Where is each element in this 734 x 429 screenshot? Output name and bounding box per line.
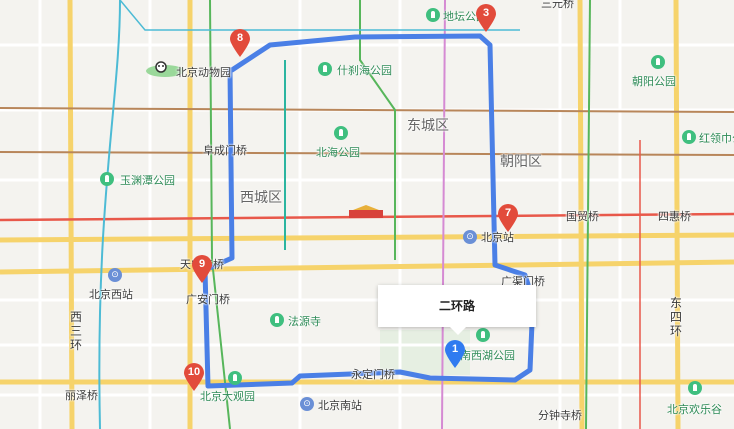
map-pin-1[interactable]: 1 (444, 339, 466, 369)
place-guomao: 国贸桥 (566, 210, 599, 223)
park-icon (476, 328, 490, 342)
place-lize: 丽泽桥 (65, 389, 98, 402)
poi-yuyuantan: 玉渊潭公园 (120, 174, 175, 187)
road-west3: 西三环 (70, 310, 83, 352)
poi-beihai: 北海公园 (316, 146, 360, 159)
place-sanyuan: 三元桥 (541, 0, 574, 10)
district-chaoyang: 朝阳区 (500, 154, 542, 170)
poi-nanhu: 南西湖公园 (460, 349, 515, 362)
station-beijing-south: 北京南站 (318, 399, 362, 412)
poi-chaoyang-park: 朝阳公园 (632, 75, 676, 88)
poi-shichahai: 什刹海公园 (337, 64, 392, 77)
park-icon (100, 172, 114, 186)
poi-daguanyuan: 北京大观园 (200, 390, 255, 403)
park-icon (334, 126, 348, 140)
map-view[interactable]: 地坛公园 北京动物园 什刹海公园 朝阳公园 北海公园 红领巾公 玉渊潭公园 法源… (0, 0, 734, 429)
map-pin-8[interactable]: 8 (229, 28, 251, 58)
tiananmen-icon (347, 204, 385, 220)
pin-label: 9 (198, 258, 206, 270)
train-station-icon: ⊙ (463, 230, 477, 244)
place-yongdingmen: 永定门桥 (351, 368, 395, 381)
pin-label: 3 (482, 7, 490, 19)
train-station-icon: ⊙ (108, 268, 122, 282)
park-icon (426, 8, 440, 22)
poi-hongling: 红领巾公 (699, 132, 734, 145)
park-icon (270, 313, 284, 327)
map-pin-9[interactable]: 9 (191, 254, 213, 284)
park-icon (651, 55, 665, 69)
poi-zoo: 北京动物园 (176, 66, 231, 79)
district-xicheng: 西城区 (240, 190, 282, 206)
station-beijing-west: 北京西站 (89, 288, 133, 301)
park-icon (318, 62, 332, 76)
place-fuchengmen: 阜成门桥 (203, 144, 247, 157)
park-icon (682, 130, 696, 144)
poi-huanlegu: 北京欢乐谷 (667, 403, 722, 416)
pin-label: 7 (504, 207, 512, 219)
pin-label: 1 (451, 343, 459, 355)
map-pin-7[interactable]: 7 (497, 203, 519, 233)
pin-label: 8 (236, 32, 244, 44)
road-east4: 东四环 (670, 296, 683, 338)
map-pin-3[interactable]: 3 (475, 3, 497, 33)
place-guanganmen: 广安门桥 (186, 293, 230, 306)
poi-fayuan: 法源寺 (288, 315, 321, 328)
map-pin-10[interactable]: 10 (183, 362, 205, 392)
district-dongcheng: 东城区 (407, 118, 449, 134)
park-icon (228, 371, 242, 385)
park-icon (688, 381, 702, 395)
train-station-icon: ⊙ (300, 397, 314, 411)
place-fenzhongsi: 分钟寺桥 (538, 409, 582, 422)
route-popup[interactable]: 二环路 (378, 285, 536, 335)
pin-label: 10 (187, 366, 201, 378)
place-sihui: 四惠桥 (658, 210, 691, 223)
